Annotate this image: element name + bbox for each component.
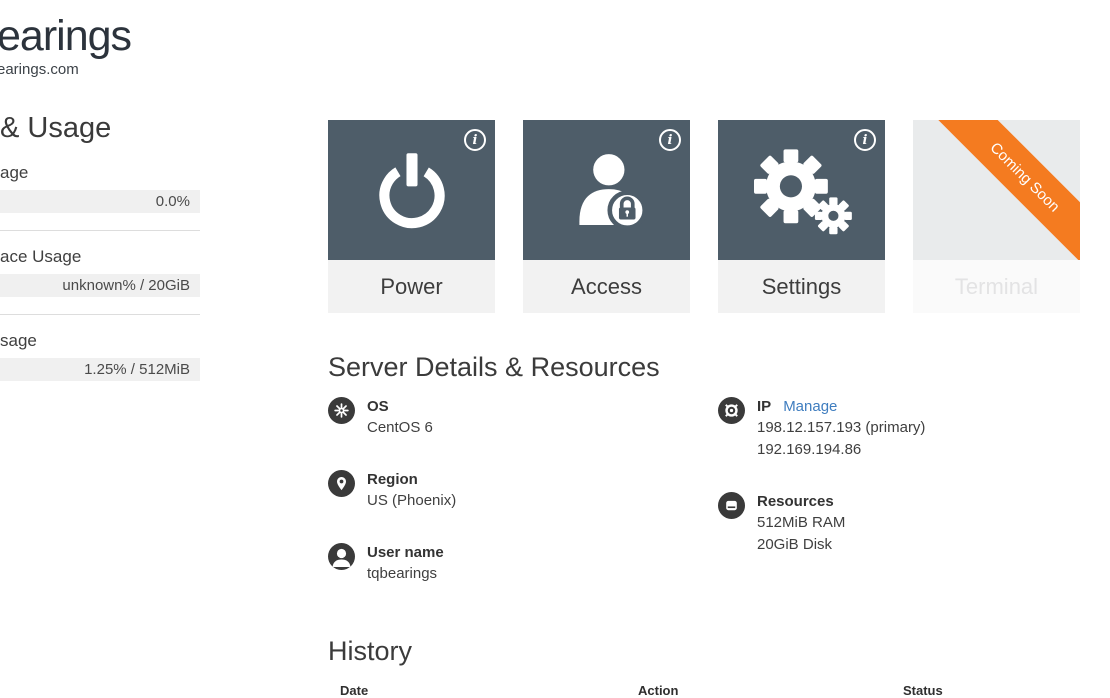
usage-meter-bar: 0.0%	[0, 190, 200, 213]
ip-target-icon	[718, 397, 745, 424]
info-icon[interactable]: i	[464, 129, 486, 151]
tile-access[interactable]: i Access	[523, 120, 690, 313]
usage-meter-bar: 1.25% / 512MiB	[0, 358, 200, 381]
info-icon[interactable]: i	[659, 129, 681, 151]
detail-text: OS CentOS 6	[367, 397, 433, 439]
action-tiles: i Power i Access	[328, 120, 1080, 313]
details-grid: OS CentOS 6 Region US (Phoenix)	[328, 397, 1080, 616]
region-pin-icon	[328, 470, 355, 497]
detail-value: 192.169.194.86	[757, 439, 925, 461]
server-details-title: Server Details & Resources	[328, 352, 1080, 383]
tile-settings[interactable]: i Settings	[718, 120, 885, 313]
detail-label: Region	[367, 470, 456, 490]
detail-value: tqbearings	[367, 563, 444, 585]
user-icon	[328, 543, 355, 570]
tile-terminal: Coming Soon Terminal	[913, 120, 1080, 313]
tile-terminal-label: Terminal	[913, 260, 1080, 313]
detail-value: CentOS 6	[367, 417, 433, 439]
usage-meter-label: ace Usage	[0, 247, 200, 267]
detail-item-resources: Resources 512MiB RAM 20GiB Disk	[718, 492, 1080, 556]
detail-value: US (Phoenix)	[367, 490, 456, 512]
history-section: History Date Action Status	[328, 636, 1080, 698]
detail-item-region: Region US (Phoenix)	[328, 470, 718, 512]
usage-title: & Usage	[0, 112, 200, 145]
power-icon	[366, 142, 458, 238]
detail-text: User name tqbearings	[367, 543, 444, 585]
detail-label: User name	[367, 543, 444, 563]
detail-value: 198.12.157.193 (primary)	[757, 417, 925, 439]
detail-text: IP Manage 198.12.157.193 (primary) 192.16…	[757, 397, 925, 461]
detail-value: 512MiB RAM	[757, 512, 845, 534]
coming-soon-ribbon: Coming Soon	[922, 120, 1080, 260]
detail-label: Resources	[757, 492, 845, 512]
details-column-right: IP Manage 198.12.157.193 (primary) 192.16…	[718, 397, 1080, 616]
tile-access-art: i	[523, 120, 690, 260]
detail-item-os: OS CentOS 6	[328, 397, 718, 439]
detail-text: Resources 512MiB RAM 20GiB Disk	[757, 492, 845, 556]
detail-item-username: User name tqbearings	[328, 543, 718, 585]
tile-settings-label: Settings	[718, 260, 885, 313]
tile-power-label: Power	[328, 260, 495, 313]
ip-label: IP	[757, 398, 771, 415]
server-details-section: Server Details & Resources	[328, 352, 1080, 616]
tile-terminal-art: Coming Soon	[913, 120, 1080, 260]
brand-domain: earings.com	[0, 61, 131, 78]
usage-sidebar: & Usage age 0.0% ace Usage unknown% / 20…	[0, 112, 200, 398]
gears-icon	[750, 142, 854, 238]
info-icon[interactable]: i	[854, 129, 876, 151]
tile-access-label: Access	[523, 260, 690, 313]
manage-ip-link[interactable]: Manage	[783, 398, 837, 415]
tile-settings-art: i	[718, 120, 885, 260]
tile-power-art: i	[328, 120, 495, 260]
details-column-left: OS CentOS 6 Region US (Phoenix)	[328, 397, 718, 616]
os-icon	[328, 397, 355, 424]
history-title: History	[328, 636, 1080, 667]
detail-label: OS	[367, 397, 433, 417]
usage-meter-label: sage	[0, 331, 200, 351]
user-lock-icon	[561, 142, 653, 238]
detail-value: 20GiB Disk	[757, 534, 845, 556]
detail-item-ip: IP Manage 198.12.157.193 (primary) 192.16…	[718, 397, 1080, 461]
usage-meter-cpu: age 0.0%	[0, 147, 200, 231]
detail-text: Region US (Phoenix)	[367, 470, 456, 512]
usage-meter-disk: ace Usage unknown% / 20GiB	[0, 231, 200, 315]
tile-power[interactable]: i Power	[328, 120, 495, 313]
brand-name: earings	[0, 12, 131, 61]
brand-logo[interactable]: earings earings.com	[0, 12, 131, 78]
disk-icon	[718, 492, 745, 519]
usage-meter-label: age	[0, 163, 200, 183]
detail-label: IP Manage	[757, 397, 925, 417]
usage-meter-memory: sage 1.25% / 512MiB	[0, 315, 200, 398]
usage-meter-bar: unknown% / 20GiB	[0, 274, 200, 297]
